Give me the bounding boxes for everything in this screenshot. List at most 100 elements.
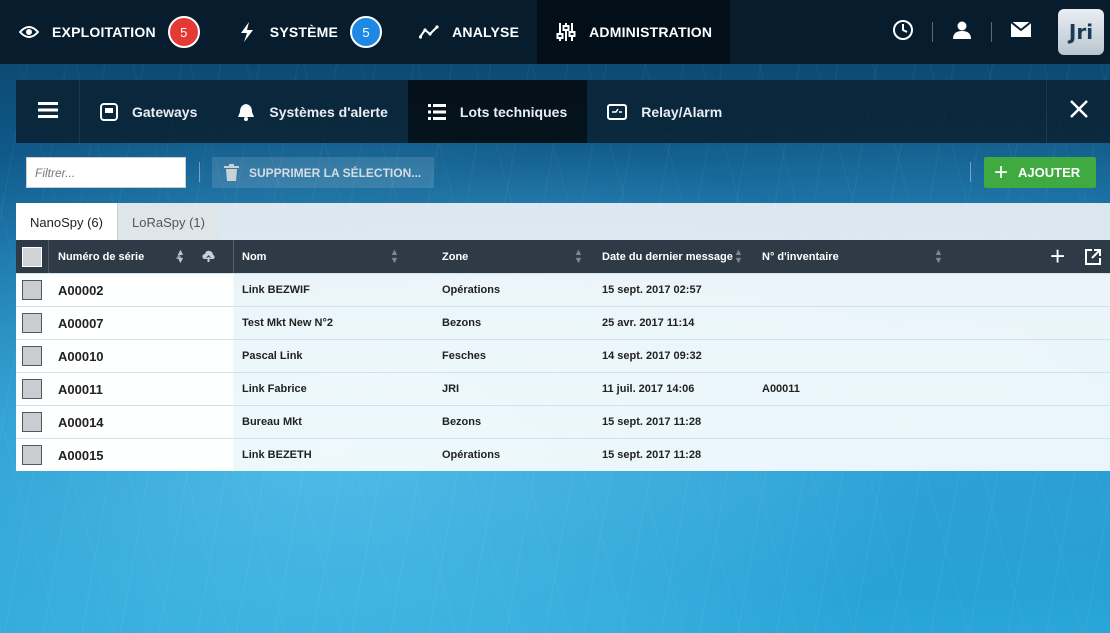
- tab-alert-systems-label: Systèmes d'alerte: [269, 103, 388, 120]
- column-name[interactable]: Nom: [242, 240, 266, 273]
- top-right-actions: Jri: [874, 0, 1110, 64]
- row-checkbox[interactable]: [22, 412, 42, 432]
- frozen-cell: [16, 340, 233, 372]
- section-tabbar: Gateways Systèmes d'alerte Lots techniqu…: [16, 80, 1110, 143]
- row-checkbox-cell: [22, 373, 42, 405]
- nav-administration[interactable]: ADMINISTRATION: [537, 0, 731, 64]
- chart-line-icon: [418, 21, 440, 43]
- sort-icon[interactable]: ▲ ▼: [390, 248, 399, 265]
- hamburger-icon: [37, 102, 58, 121]
- systeme-badge: 5: [350, 16, 383, 48]
- subtab-loraspy[interactable]: LoRaSpy (1): [116, 203, 219, 241]
- row-checkbox[interactable]: [22, 346, 42, 366]
- subtab-nanospy[interactable]: NanoSpy (6): [16, 203, 117, 241]
- inventory-cell: A00011: [762, 383, 800, 395]
- user-button[interactable]: [933, 0, 991, 64]
- subtabs-filler: [218, 203, 1110, 241]
- tab-gateways-label: Gateways: [132, 103, 198, 120]
- name-cell: Pascal Link: [242, 350, 303, 362]
- delete-selection-label: SUPPRIMER LA SÉLECTION...: [249, 165, 422, 180]
- date-cell: 11 juil. 2017 14:06: [602, 383, 695, 395]
- row-checkbox-cell: [22, 307, 42, 339]
- frozen-cell: [16, 373, 233, 405]
- column-zone[interactable]: Zone: [442, 240, 468, 273]
- tab-relay-alarm[interactable]: Relay/Alarm: [587, 80, 742, 143]
- date-cell: 15 sept. 2017 11:28: [602, 449, 702, 461]
- tab-relay-alarm-label: Relay/Alarm: [641, 103, 723, 120]
- nav-systeme[interactable]: SYSTÈME 5: [218, 0, 400, 64]
- table-row[interactable]: A00010 Pascal Link Fesches 14 sept. 2017…: [16, 339, 1110, 372]
- column-last-message-date-label: Date du dernier message: [602, 250, 733, 263]
- sort-icon[interactable]: ▲ ▼: [934, 248, 943, 265]
- tab-gateways[interactable]: Gateways: [80, 80, 217, 143]
- table-row[interactable]: A00015 Link BEZETH Opérations 15 sept. 2…: [16, 438, 1110, 471]
- serial-cell: A00014: [58, 414, 104, 430]
- name-cell: Link BEZETH: [242, 449, 312, 461]
- nav-analyse-label: ANALYSE: [452, 24, 520, 40]
- mail-icon: [1010, 21, 1032, 42]
- exploitation-badge: 5: [167, 16, 200, 48]
- row-checkbox[interactable]: [22, 313, 42, 333]
- zone-cell: Opérations: [442, 284, 501, 296]
- export-icon[interactable]: [1084, 248, 1102, 269]
- tab-technical-lots[interactable]: Lots techniques: [407, 80, 588, 143]
- history-button[interactable]: [874, 0, 932, 64]
- separator: [970, 162, 971, 182]
- column-inventory[interactable]: N° d'inventaire: [762, 240, 839, 273]
- table-row[interactable]: A00007 Test Mkt New N°2 Bezons 25 avr. 2…: [16, 306, 1110, 339]
- sort-icon[interactable]: ▲ ▼: [734, 248, 743, 265]
- frozen-cell: [16, 274, 233, 306]
- name-cell: Link Fabrice: [242, 383, 307, 395]
- clock-icon: [892, 19, 914, 46]
- device-type-tabs: NanoSpy (6) LoRaSpy (1): [16, 203, 1110, 241]
- nav-analyse[interactable]: ANALYSE: [400, 0, 537, 64]
- top-navigation-bar: EXPLOITATION 5 SYSTÈME 5 ANALYSE ADMINIS…: [0, 0, 1110, 64]
- frozen-cell: [16, 439, 233, 471]
- add-column-icon[interactable]: +: [1050, 243, 1065, 269]
- menu-button[interactable]: [16, 80, 80, 143]
- table-row[interactable]: A00011 Link Fabrice JRI 11 juil. 2017 14…: [16, 372, 1110, 405]
- serial-cell: A00015: [58, 447, 104, 463]
- date-cell: 15 sept. 2017 11:28: [602, 416, 702, 428]
- sliders-icon: [555, 21, 577, 43]
- row-checkbox[interactable]: [22, 445, 42, 465]
- close-icon: [1069, 99, 1089, 124]
- column-name-label: Nom: [242, 250, 267, 263]
- user-icon: [952, 20, 972, 45]
- filter-input[interactable]: [26, 157, 186, 188]
- column-serial-label: Numéro de série: [58, 250, 145, 263]
- delete-selection-button[interactable]: SUPPRIMER LA SÉLECTION...: [212, 157, 434, 188]
- nav-exploitation[interactable]: EXPLOITATION 5: [0, 0, 218, 64]
- close-button[interactable]: [1046, 80, 1110, 143]
- row-checkbox-cell: [22, 340, 42, 372]
- mail-button[interactable]: [992, 0, 1050, 64]
- add-button[interactable]: + AJOUTER: [984, 157, 1096, 188]
- cloud-upload-icon[interactable]: [202, 250, 215, 265]
- select-all-checkbox[interactable]: [22, 246, 42, 267]
- column-inventory-label: N° d'inventaire: [762, 250, 839, 263]
- gateway-icon: [100, 102, 118, 121]
- sort-icon[interactable]: ▲ ▼: [176, 248, 185, 265]
- table-row[interactable]: A00014 Bureau Mkt Bezons 15 sept. 2017 1…: [16, 405, 1110, 438]
- jri-logo[interactable]: Jri: [1058, 9, 1104, 55]
- sort-icon[interactable]: ▲ ▼: [574, 248, 583, 265]
- header-divider: [233, 240, 234, 273]
- row-checkbox[interactable]: [22, 280, 42, 300]
- list-icon: [427, 103, 446, 120]
- tab-technical-lots-label: Lots techniques: [459, 103, 568, 120]
- tab-alert-systems[interactable]: Systèmes d'alerte: [217, 80, 408, 143]
- serial-cell: A00007: [58, 315, 104, 331]
- date-cell: 25 avr. 2017 11:14: [602, 317, 695, 329]
- frozen-cell: [16, 307, 233, 339]
- table-header: Numéro de série ▲ ▲ ▼ Nom ▲ ▼ Zone ▲ ▼ Date…: [16, 240, 1110, 273]
- logo-text: Jri: [1068, 20, 1094, 44]
- table-row[interactable]: A00002 Link BEZWIF Opérations 15 sept. 2…: [16, 273, 1110, 306]
- row-checkbox[interactable]: [22, 379, 42, 399]
- header-divider: [48, 240, 49, 273]
- plus-icon: +: [994, 158, 1009, 186]
- date-cell: 14 sept. 2017 09:32: [602, 350, 702, 362]
- zone-cell: Fesches: [442, 350, 487, 362]
- devices-table: Numéro de série ▲ ▲ ▼ Nom ▲ ▼ Zone ▲ ▼ Date…: [16, 240, 1110, 473]
- column-last-message-date[interactable]: Date du dernier message: [602, 240, 733, 273]
- subtab-loraspy-label: LoRaSpy (1): [131, 214, 205, 230]
